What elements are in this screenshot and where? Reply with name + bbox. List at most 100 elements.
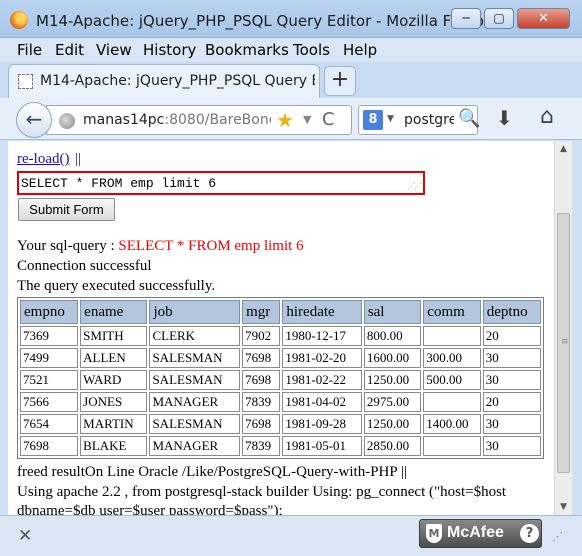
resize-grip-icon[interactable]: ⋰ [552,530,563,543]
header-deptno: deptno [482,300,541,324]
mcafee-label: McAfee [447,524,504,541]
cell-ename: SMITH [80,326,148,346]
cell-comm: 500.00 [423,370,481,390]
bookmark-star-icon[interactable]: ★ [276,108,294,132]
cell-job: MANAGER [149,392,241,412]
cell-deptno: 20 [482,326,541,346]
search-input[interactable]: postgre [404,112,454,128]
executed-message: The query executed successfully. [17,278,216,294]
scroll-grip-icon: ≡ [561,337,569,347]
menu-bar: File Edit View History Bookmarks Tools H… [0,38,582,62]
url-dropdown-icon[interactable]: ▼ [303,113,311,126]
scroll-down-arrow-icon[interactable]: ▼ [555,499,572,515]
vertical-scrollbar[interactable]: ▲ ≡ ▼ [554,141,572,515]
menu-bookmarks[interactable]: Bookmarks [205,41,289,59]
cell-hiredate: 1981-04-02 [282,392,362,412]
sql-query-line: Your sql-query : SELECT * FROM emp limit… [17,238,304,255]
tab-strip: M14-Apache: jQuery_PHP_PSQL Query E... + [0,62,582,98]
cell-ename: BLAKE [80,436,148,456]
home-icon[interactable]: ⌂ [540,104,554,129]
scrollbar-thumb[interactable]: ≡ [557,213,570,473]
freed-message: freed resultOn Line Oracle /Like/Postgre… [17,464,407,480]
tab-query-editor[interactable]: M14-Apache: jQuery_PHP_PSQL Query E... [8,64,320,98]
cell-empno: 7654 [20,414,79,434]
cell-job: MANAGER [149,436,241,456]
close-addon-bar-icon[interactable]: ✕ [18,526,32,546]
tab-title: M14-Apache: jQuery_PHP_PSQL Query E... [40,73,315,89]
page-favicon-icon [18,74,33,89]
cell-mgr: 7698 [242,414,281,434]
mcafee-addon[interactable]: M McAfee ? [419,519,542,548]
menu-history[interactable]: History [143,41,196,59]
url-bar[interactable]: manas14pc:8080/BareBone_l ★ ▼ C [46,105,352,135]
header-ename: ename [80,300,148,324]
cell-ename: WARD [80,370,148,390]
reload-link[interactable]: re-load() [17,151,69,168]
minimize-button[interactable]: ─ [451,8,481,29]
table-row: 7521 WARD SALESMAN 7698 1981-02-22 1250.00 500… [20,370,541,390]
window-title: M14-Apache: jQuery_PHP_PSQL Query Editor… [36,12,493,30]
page-content: re-load() || SELECT * FROM emp limit 6 ⋰… [8,141,554,515]
cell-mgr: 7839 [242,436,281,456]
cell-sal: 1600.00 [363,348,422,368]
cell-sal: 2850.00 [363,436,422,456]
cell-comm [423,436,481,456]
header-comm: comm [423,300,481,324]
cell-mgr: 7698 [242,348,281,368]
cell-hiredate: 1981-02-20 [282,348,362,368]
mcafee-shield-icon: M [426,524,442,543]
submit-form-button[interactable]: Submit Form [18,198,115,221]
url-path: :8080/BareBone_l [164,112,271,128]
maximize-button[interactable]: ▢ [484,8,514,29]
new-tab-button[interactable]: + [324,66,356,96]
help-icon[interactable]: ? [520,524,539,543]
cell-empno: 7499 [20,348,79,368]
cell-empno: 7698 [20,436,79,456]
table-header-row: empno ename job mgr hiredate sal comm de… [20,300,541,324]
cell-hiredate: 1981-09-28 [282,414,362,434]
google-icon[interactable]: 8 [363,110,383,130]
connection-message: Connection successful [17,258,152,274]
table-row: 7499 ALLEN SALESMAN 7698 1981-02-20 1600.00 30… [20,348,541,368]
cell-empno: 7566 [20,392,79,412]
header-sal: sal [363,300,422,324]
header-job: job [149,300,241,324]
menu-view[interactable]: View [96,41,132,59]
cell-comm: 1400.00 [423,414,481,434]
menu-help[interactable]: Help [343,41,377,59]
scroll-up-arrow-icon[interactable]: ▲ [555,141,572,157]
navigation-bar: manas14pc:8080/BareBone_l ★ ▼ C ← 8 ▼ po… [0,98,582,140]
cell-job: SALESMAN [149,370,241,390]
cell-job: CLERK [149,326,241,346]
search-icon[interactable]: 🔍 [458,108,480,129]
title-bar: M14-Apache: jQuery_PHP_PSQL Query Editor… [0,0,582,38]
apache-message-continued: dbname=$db user=$user password=$pass"); [17,503,283,515]
firefox-icon [10,11,28,29]
cell-hiredate: 1980-12-17 [282,326,362,346]
search-bar[interactable]: 8 ▼ postgre 🔍 [358,105,480,135]
resize-grip-icon[interactable]: ⋰⋰ [407,182,422,192]
header-empno: empno [20,300,79,324]
cell-deptno: 30 [482,414,541,434]
cell-hiredate: 1981-05-01 [282,436,362,456]
cell-empno: 7369 [20,326,79,346]
cell-sal: 1250.00 [363,370,422,390]
download-icon[interactable]: ⬇ [496,106,513,130]
table-row: 7698 BLAKE MANAGER 7839 1981-05-01 2850.00 30 [20,436,541,456]
close-button[interactable]: ✕ [517,8,570,29]
cell-deptno: 30 [482,370,541,390]
status-bar: ✕ M McAfee ? ⋰ [0,515,582,556]
url-text[interactable]: manas14pc:8080/BareBone_l [83,112,271,128]
menu-tools[interactable]: Tools [293,41,330,59]
table-row: 7566 JONES MANAGER 7839 1981-04-02 2975.00 20 [20,392,541,412]
header-mgr: mgr [242,300,281,324]
search-engine-dropdown-icon[interactable]: ▼ [387,114,394,124]
cell-ename: ALLEN [80,348,148,368]
reload-icon[interactable]: C [322,109,335,130]
menu-edit[interactable]: Edit [55,41,84,59]
table-row: 7654 MARTIN SALESMAN 7698 1981-09-28 1250.00 1… [20,414,541,434]
menu-file[interactable]: File [17,41,42,59]
back-button[interactable]: ← [16,102,52,138]
query-textarea[interactable]: SELECT * FROM emp limit 6 ⋰⋰ [17,171,425,195]
cell-empno: 7521 [20,370,79,390]
